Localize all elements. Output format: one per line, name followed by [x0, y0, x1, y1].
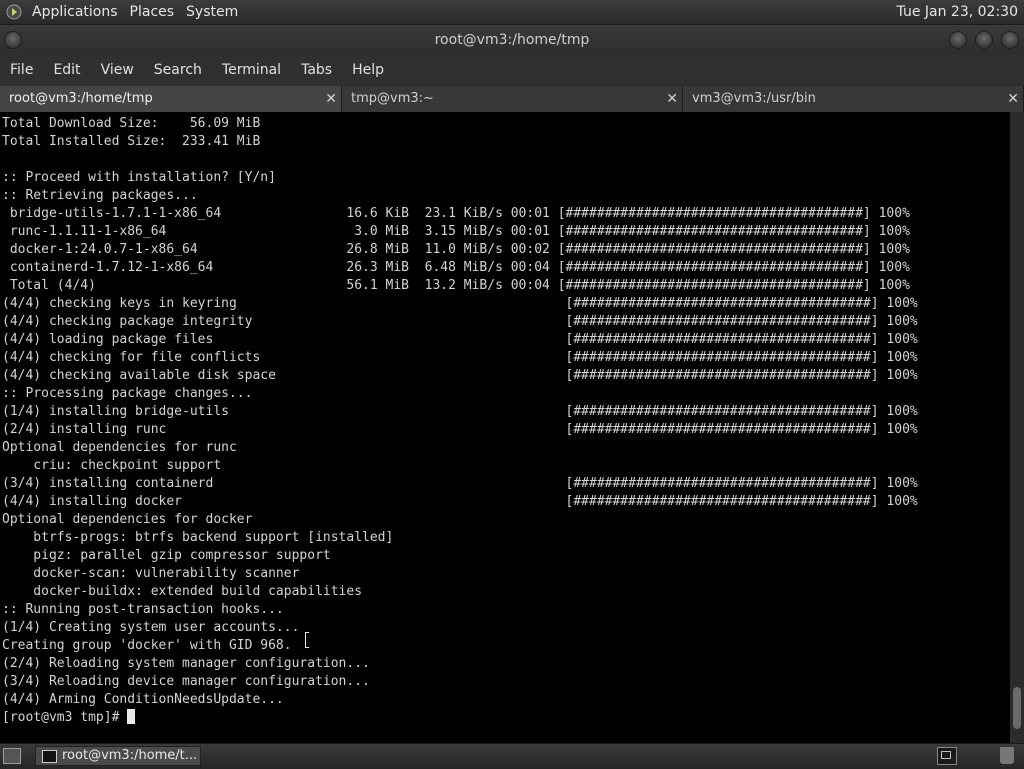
terminal-line: Total Installed Size: 233.41 MiB: [2, 134, 261, 149]
menu-file[interactable]: File: [0, 55, 43, 85]
terminal-line: Total (4/4) 56.1 MiB 13.2 MiB/s 00:04 [#…: [2, 278, 910, 293]
places-menu[interactable]: Places: [124, 0, 181, 24]
close-window-button[interactable]: [1001, 31, 1019, 49]
terminal-line: Optional dependencies for docker: [2, 512, 253, 527]
window-title: root@vm3:/home/tmp: [434, 32, 590, 48]
terminal-line: (4/4) Arming ConditionNeedsUpdate...: [2, 692, 284, 707]
terminal-line: (3/4) installing containerd [###########…: [2, 476, 918, 491]
terminal-line: pigz: parallel gzip compressor support: [2, 548, 331, 563]
terminal-line: Optional dependencies for runc: [2, 440, 237, 455]
maximize-button[interactable]: [975, 31, 993, 49]
terminal-line: (2/4) installing runc [#################…: [2, 422, 918, 437]
bottom-panel: root@vm3:/home/t...: [0, 743, 1024, 769]
tab-tmp-home[interactable]: tmp@vm3:~ ✕: [342, 86, 683, 112]
tab-label: vm3@vm3:/usr/bin: [692, 91, 816, 106]
terminal-scrollbar[interactable]: [1010, 112, 1024, 743]
terminal-line: (3/4) Reloading device manager configura…: [2, 674, 370, 689]
terminal-line: containerd-1.7.12-1-x86_64 26.3 MiB 6.48…: [2, 260, 910, 275]
terminal-line: (4/4) checking keys in keyring [########…: [2, 296, 918, 311]
taskbar-window-button[interactable]: root@vm3:/home/t...: [35, 746, 201, 766]
terminal-line: (4/4) checking package integrity [######…: [2, 314, 918, 329]
terminal-line: :: Proceed with installation? [Y/n]: [2, 170, 276, 185]
terminal-line: :: Running post-transaction hooks...: [2, 602, 284, 617]
terminal-line: (1/4) installing bridge-utils [#########…: [2, 404, 918, 419]
terminal-line: docker-1:24.0.7-1-x86_64 26.8 MiB 11.0 M…: [2, 242, 910, 257]
shell-prompt-line[interactable]: [root@vm3 tmp]#: [2, 709, 918, 727]
tab-label: tmp@vm3:~: [351, 91, 434, 106]
terminal-line: (4/4) checking available disk space [###…: [2, 368, 918, 383]
terminal-output[interactable]: Total Download Size: 56.09 MiB Total Inst…: [0, 112, 1010, 743]
terminal-line: btrfs-progs: btrfs backend support [inst…: [2, 530, 394, 545]
terminal-line: :: Retrieving packages...: [2, 188, 198, 203]
close-tab-icon[interactable]: ✕: [666, 86, 678, 112]
scrollbar-thumb[interactable]: [1013, 687, 1021, 729]
window-menu-button[interactable]: [4, 31, 22, 49]
tab-vm3-usr-bin[interactable]: vm3@vm3:/usr/bin ✕: [683, 86, 1024, 112]
menu-view[interactable]: View: [91, 55, 144, 85]
terminal-line: :: Processing package changes...: [2, 386, 253, 401]
terminal-line: runc-1.1.11-1-x86_64 3.0 MiB 3.15 MiB/s …: [2, 224, 910, 239]
show-desktop-icon[interactable]: [3, 748, 21, 764]
shell-prompt: [root@vm3 tmp]#: [2, 710, 128, 725]
taskbar-window-label: root@vm3:/home/t...: [62, 748, 198, 763]
text-cursor: [127, 709, 136, 724]
panel-clock[interactable]: Tue Jan 23, 02:30: [897, 4, 1024, 20]
system-menu[interactable]: System: [180, 0, 244, 24]
menu-terminal[interactable]: Terminal: [212, 55, 291, 85]
terminal-lines: Total Download Size: 56.09 MiB Total Inst…: [2, 115, 918, 727]
terminal-line: (4/4) checking for file conflicts [#####…: [2, 350, 918, 365]
terminal-icon: [42, 750, 57, 763]
menu-edit[interactable]: Edit: [43, 55, 90, 85]
terminal-line: (2/4) Reloading system manager configura…: [2, 656, 370, 671]
close-tab-icon[interactable]: ✕: [1007, 86, 1019, 112]
tab-label: root@vm3:/home/tmp: [9, 91, 153, 106]
terminal-line: bridge-utils-1.7.1-1-x86_64 16.6 KiB 23.…: [2, 206, 910, 221]
top-panel: Applications Places System Tue Jan 23, 0…: [0, 0, 1024, 25]
menu-help[interactable]: Help: [342, 55, 394, 85]
menu-tabs[interactable]: Tabs: [291, 55, 342, 85]
terminal-line: (4/4) loading package files [###########…: [2, 332, 918, 347]
trash-icon[interactable]: [1000, 747, 1014, 764]
tab-root-home-tmp[interactable]: root@vm3:/home/tmp ✕: [0, 86, 342, 112]
workspace-switcher-icon[interactable]: [937, 747, 957, 765]
window-titlebar[interactable]: root@vm3:/home/tmp: [0, 25, 1024, 55]
terminal-line: (4/4) installing docker [###############…: [2, 494, 918, 509]
terminal-line: criu: checkpoint support: [2, 458, 222, 473]
terminal-tabs: root@vm3:/home/tmp ✕ tmp@vm3:~ ✕ vm3@vm3…: [0, 86, 1024, 112]
menu-search[interactable]: Search: [144, 55, 212, 85]
terminal-line: docker-scan: vulnerability scanner: [2, 566, 300, 581]
gnome-foot-icon[interactable]: [6, 4, 22, 20]
terminal-menubar: File Edit View Search Terminal Tabs Help: [0, 55, 1024, 85]
minimize-button[interactable]: [949, 31, 967, 49]
mouse-ibeam-cursor-icon: [305, 632, 309, 648]
close-tab-icon[interactable]: ✕: [325, 86, 337, 112]
terminal-line: (1/4) Creating system user accounts...: [2, 620, 300, 635]
panel-menus: Applications Places System: [26, 0, 244, 24]
terminal-line: docker-buildx: extended build capabiliti…: [2, 584, 363, 599]
terminal-line: Total Download Size: 56.09 MiB: [2, 116, 261, 131]
terminal-line: Creating group 'docker' with GID 968.: [2, 638, 292, 653]
applications-menu[interactable]: Applications: [26, 0, 124, 24]
